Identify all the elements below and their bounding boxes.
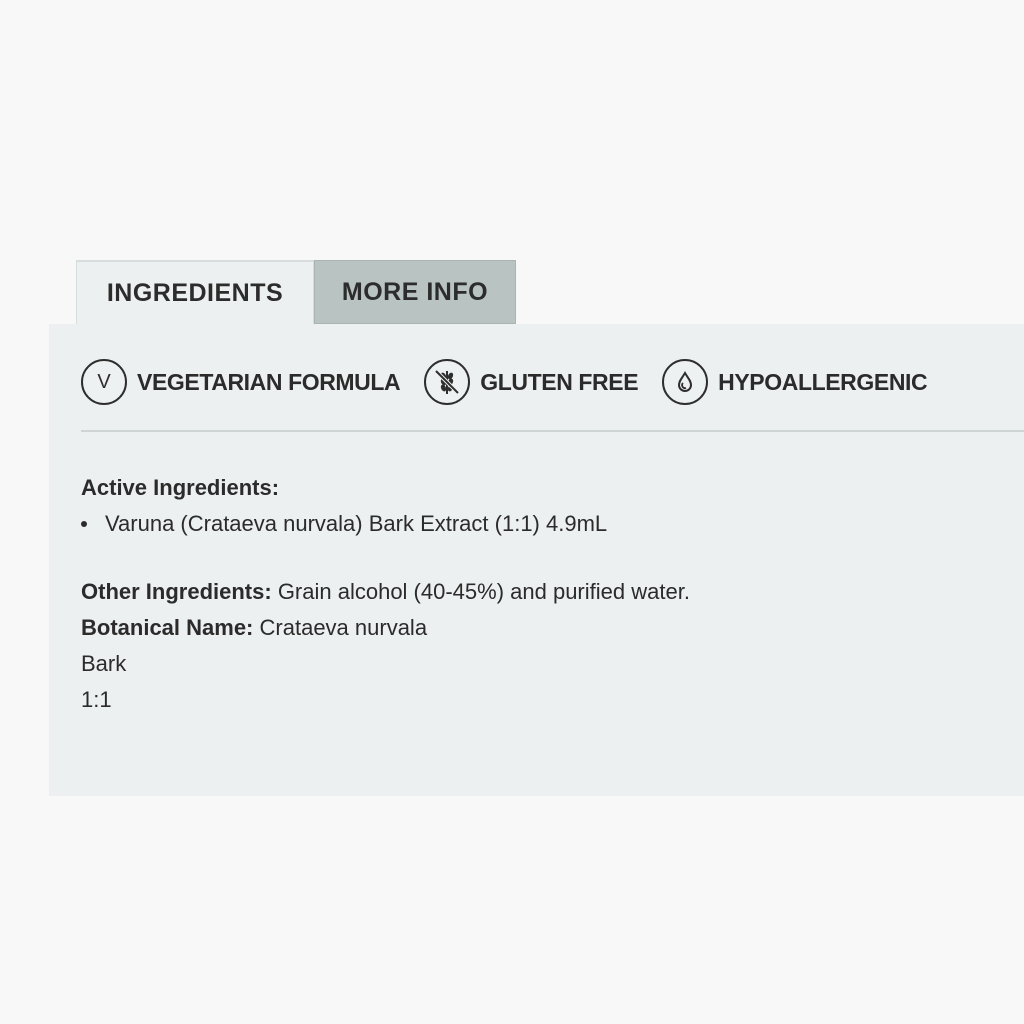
active-ingredients-heading: Active Ingredients:: [81, 475, 280, 500]
ingredients-panel: V VEGETARIAN FORMULA GLUTEN FREE HYPOALL…: [49, 324, 1024, 796]
badge-vegetarian: V VEGETARIAN FORMULA: [81, 359, 401, 405]
botanical-name-label: Botanical Name:: [81, 615, 254, 640]
badge-gluten-free: GLUTEN FREE: [424, 359, 639, 405]
badge-label-hypoallergenic: HYPOALLERGENIC: [718, 368, 928, 395]
page: INGREDIENTS MORE INFO V VEGETARIAN FORMU…: [0, 0, 1024, 1024]
list-item: Varuna (Crataeva nurvala) Bark Extract (…: [81, 506, 981, 542]
other-ingredients-value: Grain alcohol (40-45%) and purified wate…: [277, 579, 690, 604]
droplet-icon: [662, 359, 709, 405]
badge-hypoallergenic: HYPOALLERGENIC: [662, 359, 928, 405]
tab-ingredients[interactable]: INGREDIENTS: [76, 260, 314, 324]
botanical-name-value: Crataeva nurvala: [259, 615, 428, 640]
badge-label-vegetarian: VEGETARIAN FORMULA: [137, 368, 401, 395]
botanical-name-line: Botanical Name: Crataeva nurvala: [81, 610, 981, 646]
badge-row: V VEGETARIAN FORMULA GLUTEN FREE HYPOALL…: [81, 357, 951, 407]
other-ingredients-label: Other Ingredients:: [81, 579, 272, 604]
extract-ratio: 1:1: [81, 687, 112, 712]
divider: [81, 430, 1024, 432]
wheat-crossed-icon: [424, 359, 471, 405]
ingredients-content: Active Ingredients: Varuna (Crataeva nur…: [81, 470, 981, 718]
tab-more-info[interactable]: MORE INFO: [314, 260, 516, 324]
other-ingredients-line: Other Ingredients: Grain alcohol (40-45%…: [81, 574, 981, 610]
badge-label-gluten-free: GLUTEN FREE: [480, 368, 639, 395]
v-letter-icon: V: [81, 359, 127, 405]
tab-bar: INGREDIENTS MORE INFO: [76, 260, 516, 324]
active-ingredients-list: Varuna (Crataeva nurvala) Bark Extract (…: [81, 506, 981, 542]
plant-part: Bark: [81, 651, 127, 676]
